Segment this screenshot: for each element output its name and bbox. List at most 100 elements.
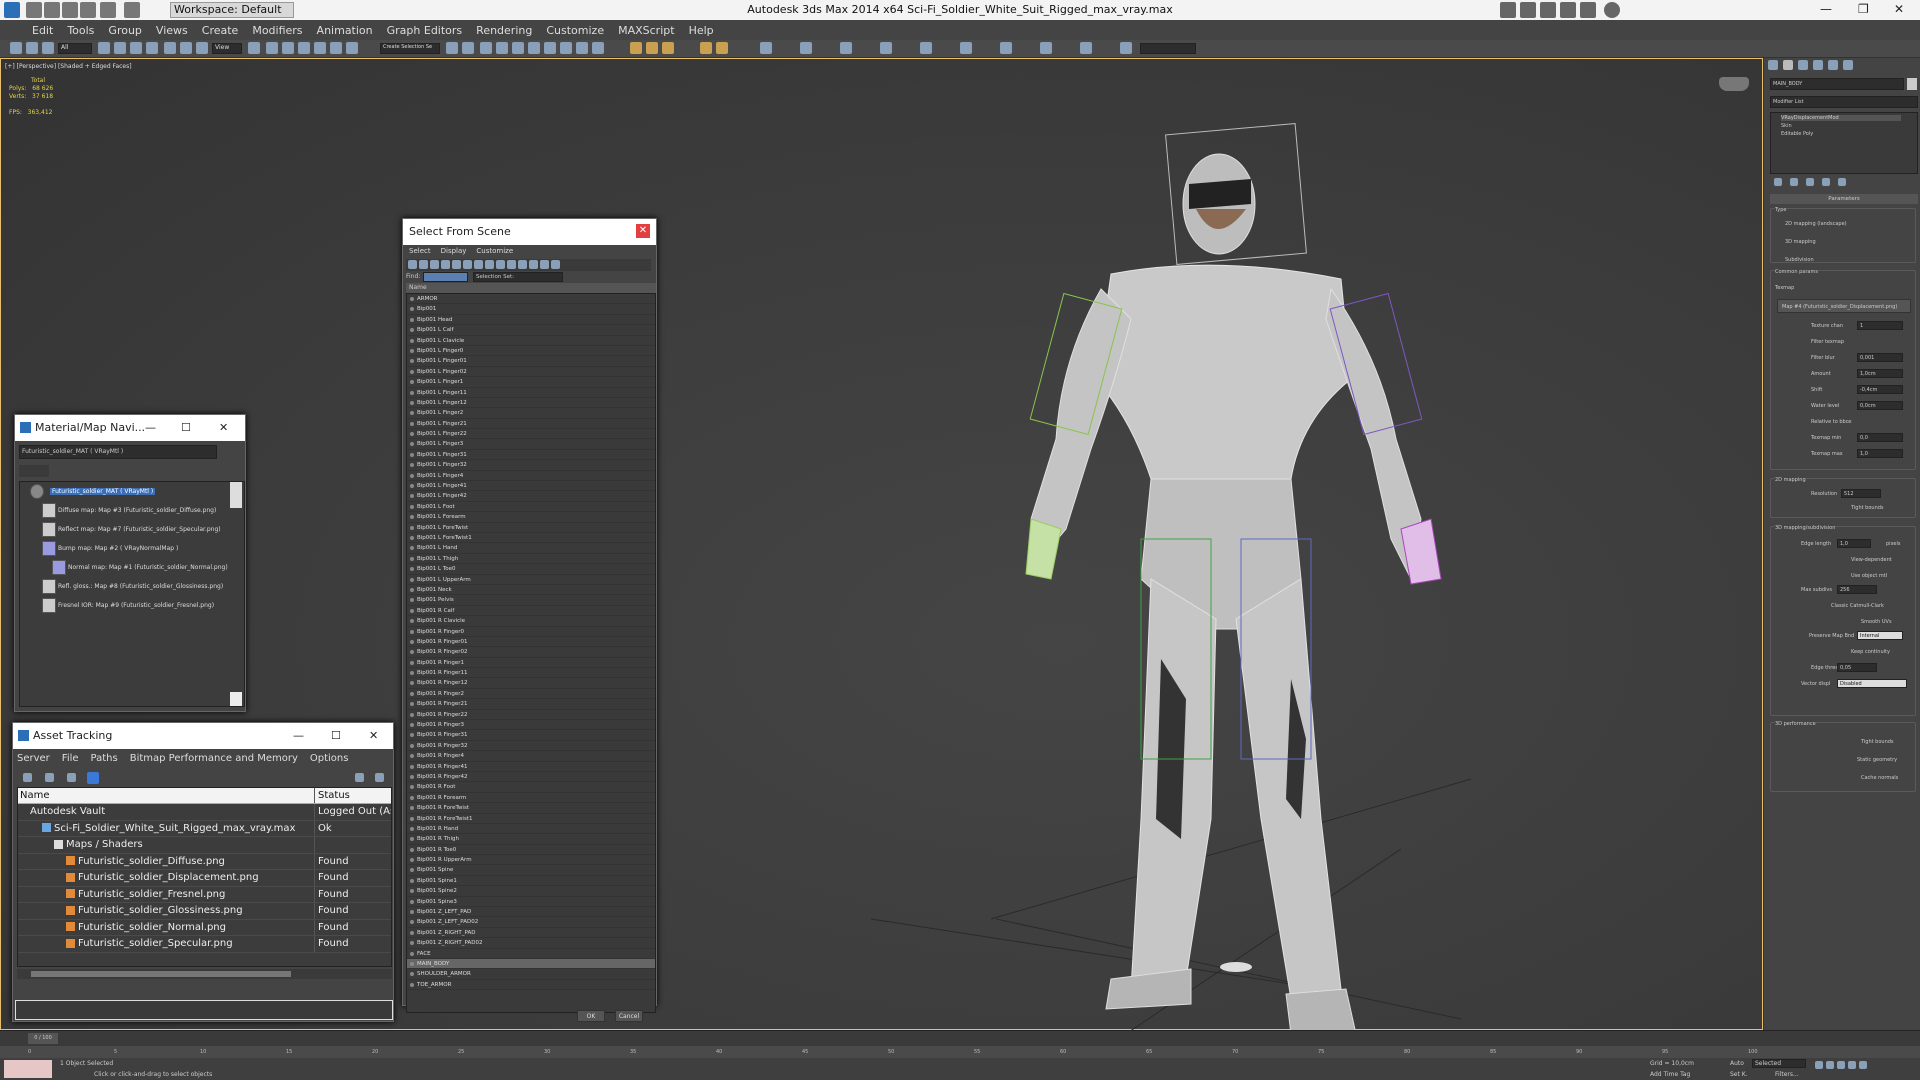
- named-selection-dropdown[interactable]: Create Selection Se: [380, 43, 440, 54]
- vray-light-icon[interactable]: [662, 42, 674, 54]
- filter-icon[interactable]: [551, 260, 560, 269]
- object-color-swatch[interactable]: [1907, 78, 1917, 90]
- close-icon[interactable]: ✕: [1894, 2, 1904, 16]
- scene-object-row[interactable]: Bip001 R Finger11: [407, 668, 655, 679]
- bind-space-warp-icon[interactable]: [42, 42, 54, 54]
- vray-frame-buffer-icon[interactable]: [646, 42, 658, 54]
- hierarchy-tab-icon[interactable]: [1798, 60, 1808, 70]
- menu-customize[interactable]: Customize: [546, 24, 604, 37]
- smooth-uvs-checkbox[interactable]: Smooth UVs: [1861, 619, 1892, 625]
- scene-object-row[interactable]: Bip001 R Finger01: [407, 637, 655, 648]
- scene-object-row[interactable]: TOE_ARMOR: [407, 980, 655, 991]
- texmap-button[interactable]: Map #4 (Futuristic_soldier_Displacement.…: [1777, 299, 1911, 313]
- search-icon[interactable]: [1500, 2, 1516, 18]
- select-by-name-icon[interactable]: [114, 42, 126, 54]
- column-header-name[interactable]: Name: [406, 283, 656, 293]
- scene-object-row[interactable]: Bip001 R Finger0: [407, 627, 655, 637]
- star-icon[interactable]: [1580, 2, 1596, 18]
- scene-object-row[interactable]: Bip001 R Foot: [407, 782, 655, 793]
- scene-object-list[interactable]: ARMOR Bip001 Bip001 Head Bip001 L Calf Bip00…: [406, 293, 656, 1013]
- scene-object-row[interactable]: Bip001 L Finger31: [407, 450, 655, 461]
- scene-object-row[interactable]: Bip001 L Finger11: [407, 388, 655, 398]
- scene-object-row[interactable]: Bip001 R ForeTwist: [407, 803, 655, 814]
- column-status[interactable]: Status: [315, 788, 391, 803]
- scene-object-row[interactable]: SHOULDER_ARMOR: [407, 969, 655, 980]
- type-subdivision[interactable]: Subdivision: [1785, 257, 1814, 263]
- extra-tool-icon[interactable]: [760, 42, 772, 54]
- type-3d-mapping[interactable]: 3D mapping: [1785, 239, 1816, 245]
- edge-length-spinner[interactable]: 1,0: [1837, 539, 1871, 548]
- asset-row[interactable]: Futuristic_soldier_Normal.png Found: [18, 919, 391, 936]
- layer-manager-icon[interactable]: [480, 42, 492, 54]
- extra-tool-icon[interactable]: [1120, 42, 1132, 54]
- param-spinner[interactable]: -0,4cm: [1857, 385, 1903, 394]
- asset-row[interactable]: Futuristic_soldier_Glossiness.png Found: [18, 903, 391, 920]
- graphite-ribbon-icon[interactable]: [496, 42, 508, 54]
- extra-tool-icon[interactable]: [840, 42, 852, 54]
- menu-options[interactable]: Options: [310, 753, 349, 764]
- extra-tool-icon[interactable]: [1000, 42, 1012, 54]
- vray-sphere-icon[interactable]: [716, 42, 728, 54]
- view-mode-button[interactable]: [19, 465, 49, 477]
- scene-object-row[interactable]: Bip001 R Toe0: [407, 845, 655, 856]
- menu-maxscript[interactable]: MAXScript: [618, 24, 674, 37]
- scene-object-row[interactable]: Bip001 R Finger3: [407, 720, 655, 731]
- param-spinner[interactable]: 1,0cm: [1857, 369, 1903, 378]
- rendered-frame-icon[interactable]: [576, 42, 588, 54]
- time-slider[interactable]: 0 / 100: [0, 1030, 1920, 1046]
- horizontal-scrollbar[interactable]: [17, 969, 392, 979]
- max-subdivs-spinner[interactable]: 256: [1837, 585, 1877, 594]
- display-groups-icon[interactable]: [474, 260, 483, 269]
- scene-object-row[interactable]: Bip001 R Finger41: [407, 762, 655, 772]
- static-geometry-checkbox[interactable]: Static geometry: [1857, 757, 1897, 763]
- go-to-end-icon[interactable]: [1859, 1061, 1867, 1069]
- material-map-row[interactable]: Reflect map: Map #7 (Futuristic_soldier_…: [20, 520, 244, 539]
- move-icon[interactable]: [164, 42, 176, 54]
- display-none-icon[interactable]: [518, 260, 527, 269]
- maximize-icon[interactable]: ☐: [331, 723, 341, 749]
- param-spinner[interactable]: 0,0cm: [1857, 401, 1903, 410]
- binoculars-icon[interactable]: [1520, 2, 1536, 18]
- menu-group[interactable]: Group: [108, 24, 142, 37]
- scene-object-row[interactable]: Bip001 L Toe0: [407, 564, 655, 575]
- param-spinner[interactable]: 1: [1857, 321, 1903, 330]
- close-icon[interactable]: ✕: [636, 224, 650, 238]
- selection-set-dropdown[interactable]: Selection Set:: [473, 272, 563, 282]
- menu-views[interactable]: Views: [156, 24, 188, 37]
- unlink-icon[interactable]: [26, 42, 38, 54]
- stack-item-vraydisplacementmod[interactable]: VRayDisplacementMod: [1781, 115, 1901, 121]
- scene-object-row[interactable]: Bip001 Spine: [407, 865, 655, 876]
- asset-row[interactable]: Futuristic_soldier_Specular.png Found: [18, 936, 391, 953]
- view-dependent-checkbox[interactable]: View-dependent: [1851, 557, 1892, 563]
- material-map-row[interactable]: Bump map: Map #2 ( VRayNormalMap ): [20, 539, 244, 558]
- minimize-icon[interactable]: —: [1820, 2, 1832, 16]
- scene-object-row[interactable]: Bip001 R Finger4: [407, 751, 655, 762]
- scene-object-row[interactable]: Bip001 L Finger32: [407, 460, 655, 471]
- motion-tab-icon[interactable]: [1813, 60, 1823, 70]
- extra-tool-icon[interactable]: [800, 42, 812, 54]
- display-cameras-icon[interactable]: [441, 260, 450, 269]
- cache-normals-checkbox[interactable]: Cache normals: [1861, 775, 1898, 781]
- menu-file[interactable]: File: [62, 753, 79, 764]
- material-map-row[interactable]: Diffuse map: Map #3 (Futuristic_soldier_…: [20, 501, 244, 520]
- scene-object-row[interactable]: Bip001 Z_RIGHT_PAD: [407, 928, 655, 939]
- next-frame-icon[interactable]: [1848, 1061, 1856, 1069]
- scene-object-row[interactable]: Bip001 R Clavicle: [407, 616, 655, 627]
- curve-editor-icon[interactable]: [512, 42, 524, 54]
- resolution-spinner[interactable]: 512: [1841, 489, 1881, 498]
- menu-animation[interactable]: Animation: [317, 24, 373, 37]
- minimize-icon[interactable]: —: [145, 415, 156, 441]
- vray-sun-icon[interactable]: [700, 42, 712, 54]
- close-icon[interactable]: ✕: [219, 415, 228, 441]
- menu-display[interactable]: Display: [441, 247, 467, 255]
- param-spinner[interactable]: 0,0: [1857, 433, 1903, 442]
- display-all-icon[interactable]: [507, 260, 516, 269]
- scene-object-row[interactable]: Bip001 L ForeTwist1: [407, 533, 655, 544]
- track-bar[interactable]: 0 5 10 15 20 25 30 35 40 45 50 55 60 65 70 75 80 85 90 95 10…: [0, 1046, 1920, 1058]
- keyboard-shortcut-icon[interactable]: [282, 42, 294, 54]
- scene-object-row[interactable]: Bip001 L Finger0: [407, 346, 655, 357]
- render-setup-icon[interactable]: [560, 42, 572, 54]
- scene-object-row[interactable]: Bip001 R Finger21: [407, 699, 655, 710]
- tight-bounds-checkbox[interactable]: Tight bounds: [1851, 505, 1884, 511]
- display-helpers-icon[interactable]: [452, 260, 461, 269]
